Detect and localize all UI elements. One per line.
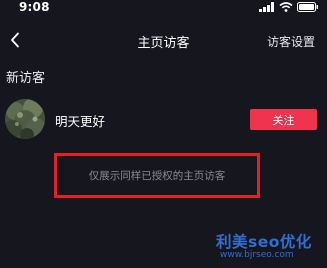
status-time: 9:08 xyxy=(19,0,50,14)
battery-icon xyxy=(297,2,318,12)
avatar-image xyxy=(5,99,45,139)
watermark: 利美seo优化 www.bjrseo.com xyxy=(216,230,312,260)
avatar[interactable] xyxy=(5,99,45,139)
status-icons xyxy=(259,2,319,12)
visitor-settings-link[interactable]: 访客设置 xyxy=(267,33,315,50)
signal-icon xyxy=(259,2,274,12)
status-bar: 9:08 xyxy=(0,0,327,16)
section-title: 新访客 xyxy=(6,71,46,86)
follow-button[interactable]: 关注 xyxy=(250,109,317,130)
visitor-name[interactable]: 明天更好 xyxy=(55,111,105,130)
watermark-url: www.bjrseo.com xyxy=(220,250,294,260)
watermark-brand: 利美seo优化 xyxy=(216,233,312,251)
notice-text: 仅展示同样已授权的主页访客 xyxy=(88,170,226,182)
wifi-icon xyxy=(279,2,293,12)
visitor-row[interactable]: 明天更好 关注 xyxy=(0,97,327,143)
notice-highlight-box: 仅展示同样已授权的主页访客 xyxy=(54,153,260,198)
nav-bar: 主页访客 访客设置 xyxy=(0,26,327,56)
